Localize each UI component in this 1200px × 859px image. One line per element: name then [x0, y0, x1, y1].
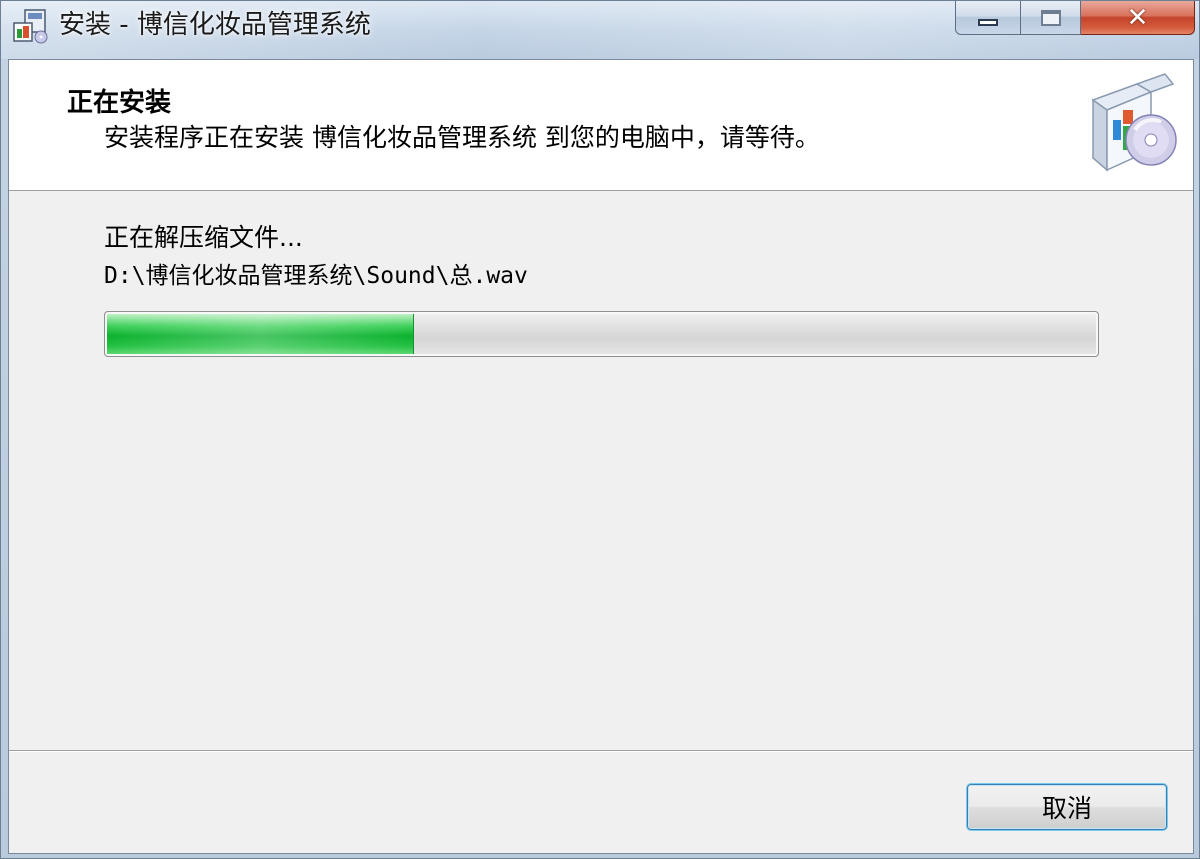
maximize-button[interactable]: [1021, 1, 1081, 35]
progress-fill: [107, 314, 414, 354]
close-icon: ✕: [1126, 2, 1149, 33]
install-progress-bar: [104, 311, 1099, 357]
status-text: 正在解压缩文件...: [104, 223, 303, 252]
close-button[interactable]: ✕: [1081, 1, 1195, 35]
page-subtitle: 安装程序正在安装 博信化妆品管理系统 到您的电脑中，请等待。: [104, 123, 820, 152]
page-title: 正在安装: [67, 88, 172, 118]
installer-window: 安装 - 博信化妆品管理系统 ✕ 正在安装 安装程序正在安装 博信化妆品管理系统…: [0, 0, 1200, 859]
minimize-button[interactable]: [955, 1, 1021, 35]
minimize-icon: [978, 19, 998, 26]
setup-app-icon: [13, 9, 48, 44]
caption-buttons: ✕: [955, 1, 1195, 35]
maximize-icon: [1040, 9, 1061, 26]
cancel-button[interactable]: 取消: [967, 784, 1167, 830]
installer-box-disc-icon: [1091, 73, 1177, 172]
footer-separator: [9, 750, 1193, 752]
title-bar[interactable]: 安装 - 博信化妆品管理系统 ✕: [1, 1, 1199, 59]
current-file-path: D:\博信化妆品管理系统\Sound\总.wav: [104, 263, 528, 289]
wizard-client-area: 正在安装 安装程序正在安装 博信化妆品管理系统 到您的电脑中，请等待。 正在解压…: [8, 59, 1194, 854]
window-title: 安装 - 博信化妆品管理系统: [59, 10, 371, 40]
wizard-header: 正在安装 安装程序正在安装 博信化妆品管理系统 到您的电脑中，请等待。: [9, 60, 1193, 191]
